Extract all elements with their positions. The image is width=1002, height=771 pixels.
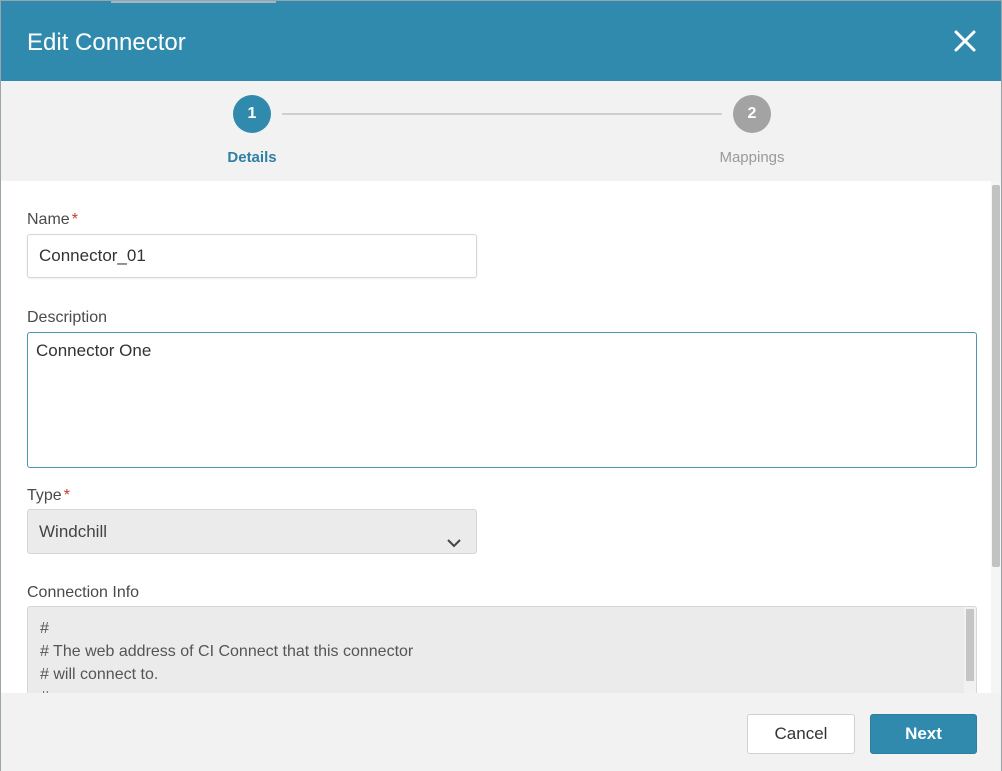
step-1-label[interactable]: Details [182, 149, 322, 166]
type-select[interactable]: Windchill [27, 509, 477, 554]
type-label: Type * [27, 487, 70, 504]
description-label: Description [27, 309, 108, 326]
close-icon[interactable] [951, 27, 979, 55]
name-label: Name * [27, 211, 78, 228]
dialog-footer: Cancel Next [1, 693, 1001, 771]
connection-info-line: # The web address of CI Connect that thi… [40, 643, 414, 660]
content-scroll-thumb[interactable] [992, 185, 1000, 567]
connection-info-label: Connection Info [27, 584, 140, 601]
connection-info-scrollbar[interactable] [964, 607, 976, 693]
name-input[interactable]: Connector_01 [27, 234, 477, 278]
type-selected-value: Windchill [39, 522, 108, 541]
connection-info-scroll-thumb[interactable] [966, 609, 974, 681]
required-marker: * [63, 487, 70, 504]
connection-info-line: # will connect to. [40, 666, 159, 683]
content-scrollbar[interactable] [991, 181, 1001, 693]
step-2-indicator[interactable]: 2 [733, 95, 771, 133]
step-2-label[interactable]: Mappings [682, 149, 822, 166]
form-content: Name * Connector_01 Description Connector… [1, 181, 991, 693]
required-marker: * [71, 211, 78, 228]
edit-connector-dialog: Edit Connector 1 2 Details Mappings Name… [0, 0, 1002, 771]
chevron-down-icon [446, 524, 462, 548]
dialog-header: Edit Connector [1, 1, 1001, 81]
description-textarea[interactable]: Connector One [27, 332, 977, 468]
step-1-indicator[interactable]: 1 [233, 95, 271, 133]
connection-info-line: # [40, 686, 964, 693]
dialog-title: Edit Connector [27, 29, 186, 56]
step-connector-line [282, 113, 722, 115]
connection-info-textarea[interactable]: # # The web address of CI Connect that t… [27, 606, 977, 693]
window-edge-highlight [111, 1, 276, 3]
connection-info-line: # [40, 620, 49, 637]
wizard-stepper: 1 2 Details Mappings [1, 81, 1001, 181]
next-button[interactable]: Next [870, 714, 977, 754]
cancel-button[interactable]: Cancel [747, 714, 855, 754]
